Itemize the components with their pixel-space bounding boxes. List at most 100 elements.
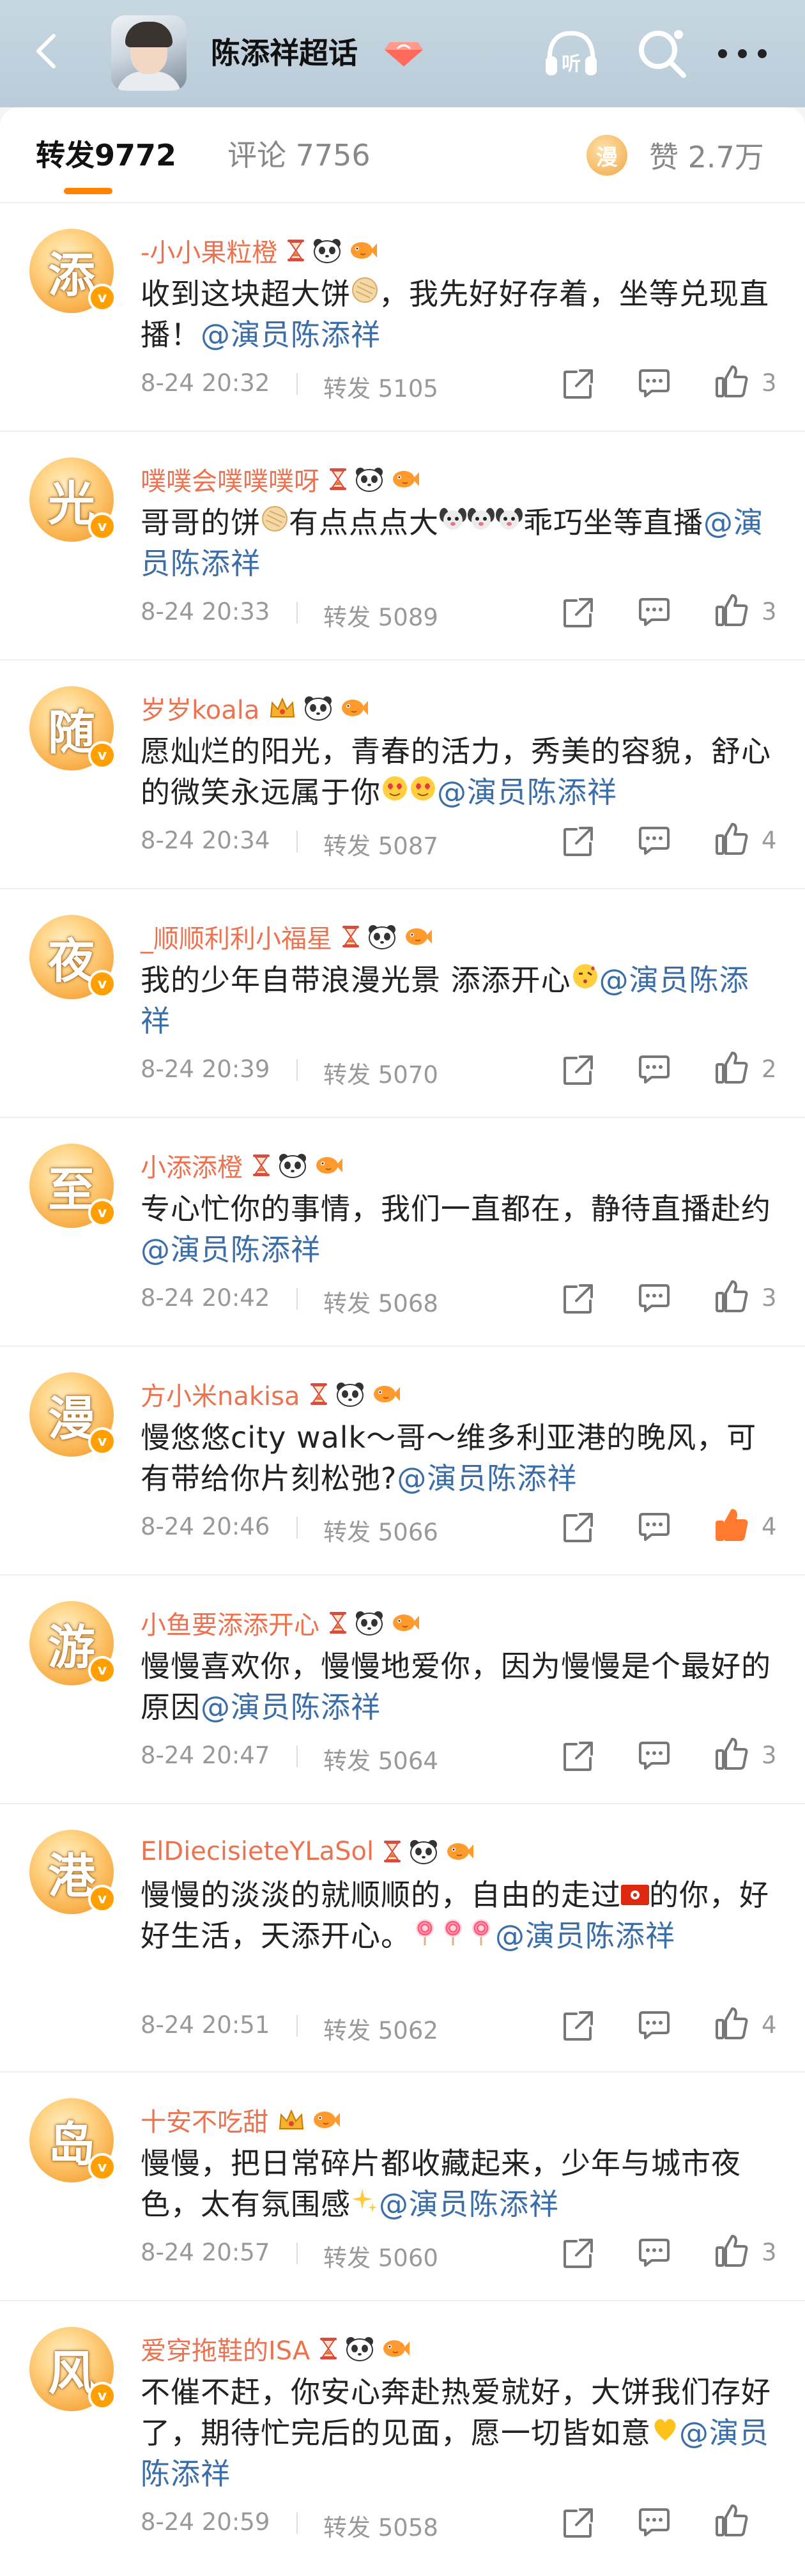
text-segment: 有点点点大 xyxy=(289,505,439,540)
repost-text: 愿灿烂的阳光，青春的活力，秀美的容貌，舒心的微笑永远属于你 @演员陈添祥 xyxy=(141,731,773,813)
repost-item[interactable]: 港 v ElDiecisieteYLaSol 慢慢的淡淡的就顺顺的，自由的走过 的你，好… xyxy=(0,1804,805,2073)
avatar[interactable]: 游v xyxy=(29,1601,116,1685)
lollipop-emoji-icon xyxy=(411,1915,439,1956)
hourglass-icon xyxy=(341,925,360,948)
avatar[interactable]: 随v xyxy=(29,686,116,770)
repost-count: 转发 5066 xyxy=(323,1519,438,1546)
repost-item[interactable]: 光 v 噗噗会噗噗噗呀 哥哥的饼 有点点点大 乖巧坐等直播@演员陈添祥 8-24 20:33… xyxy=(0,432,805,661)
username[interactable]: 岁岁koala xyxy=(141,689,259,726)
verified-badge-icon: v xyxy=(88,741,116,769)
repost-text: 专心忙你的事情，我们一直都在，静待直播赴约 @演员陈添祥 xyxy=(141,1188,773,1270)
repost-panel: 转发9772 评论 7756 漫 赞 2.7万 添 v -小小果粒橙 收到这块超大饼，… xyxy=(0,107,805,2576)
cookie-emoji-icon xyxy=(261,502,289,543)
panda-icon xyxy=(354,466,385,492)
repost-item[interactable]: 随 v 岁岁koala 愿灿烂的阳光，青春的活力，秀美的容貌，舒心的微笑永远属于你 @演… xyxy=(0,661,805,889)
avatar[interactable]: 光v xyxy=(29,457,116,542)
avatar[interactable]: 夜v xyxy=(29,915,116,999)
panda-icon xyxy=(344,2336,375,2361)
avatar[interactable]: 岛v xyxy=(29,2098,116,2182)
tab-repost-count: 9772 xyxy=(95,138,177,172)
username-row: 噗噗会噗噗噗呀 xyxy=(141,460,419,498)
repost-item[interactable]: 漫 v 方小米nakisa 慢悠悠city walk～哥～维多利亚港的晚风，可有带给你… xyxy=(0,1347,805,1575)
username-row: 岁岁koala xyxy=(141,689,369,727)
repost-item[interactable]: 添 v -小小果粒橙 收到这块超大饼 ，我先好好存着，坐等兑现直播！@演员陈添祥 8-24… xyxy=(0,203,805,432)
fish-icon xyxy=(404,926,432,947)
like-count: 3 xyxy=(762,1742,777,1769)
action-bar: 8-24 20:57 转发 5060 3 xyxy=(141,2234,786,2272)
text-segment: 专心忙你的事情，我们一直都在，静待直播赴约 xyxy=(141,1192,771,1226)
hourglass-icon xyxy=(286,239,305,262)
username[interactable]: 小添添橙 xyxy=(141,1147,243,1184)
mention-link[interactable]: @演员陈添祥 xyxy=(437,775,617,809)
fan-medals xyxy=(268,695,369,721)
repost-count: 转发 5058 xyxy=(323,2514,438,2542)
mention-link[interactable]: @演员陈添祥 xyxy=(379,2187,559,2221)
username[interactable]: 十安不吃甜 xyxy=(141,2101,268,2138)
like-count: 3 xyxy=(762,369,777,397)
lollipop-emoji-icon xyxy=(467,1915,495,1956)
top-bar: 陈添祥超话 听 xyxy=(0,0,805,107)
tab-comment[interactable]: 评论 7756 xyxy=(227,133,371,178)
timestamp: 8-24 20:33 xyxy=(141,598,270,625)
username-row: 十安不吃甜 xyxy=(141,2101,340,2139)
repost-count: 转发 5089 xyxy=(323,604,438,631)
username[interactable]: ElDiecisieteYLaSol xyxy=(141,1837,374,1866)
hourglass-icon xyxy=(319,2337,338,2360)
divider xyxy=(296,1517,298,1538)
username[interactable]: 方小米nakisa xyxy=(141,1376,300,1413)
back-arrow-icon[interactable] xyxy=(26,28,66,74)
repost-count: 转发 5087 xyxy=(323,832,438,860)
fan-medals xyxy=(319,2336,410,2361)
heart-face-emoji-icon xyxy=(409,772,437,813)
repost-item[interactable]: 夜 v _顺顺利利小福星 我的少年自带浪漫光景 添添开心 @演员陈添祥 8-24 20:3… xyxy=(0,889,805,1118)
tab-repost[interactable]: 转发9772 xyxy=(36,133,176,178)
repost-item[interactable]: 风 v 爱穿拖鞋的ISA 不催不赶，你安心奔赴热爱就好，大饼我们存好了，期待忙完后的见… xyxy=(0,2301,805,2576)
avatar[interactable]: 风v xyxy=(29,2327,116,2411)
mention-link[interactable]: @演员陈添祥 xyxy=(141,1232,321,1267)
mention-link[interactable]: @演员陈添祥 xyxy=(495,1919,675,1953)
listen-icon[interactable]: 听 xyxy=(540,26,602,80)
username[interactable]: 小鱼要添添开心 xyxy=(141,1604,319,1641)
like-count: 4 xyxy=(762,2011,777,2039)
username[interactable]: 爱穿拖鞋的ISA xyxy=(141,2330,310,2367)
username[interactable]: -小小果粒橙 xyxy=(141,232,277,269)
fish-icon xyxy=(372,1383,400,1405)
avatar[interactable]: 添v xyxy=(29,229,116,313)
avatar[interactable]: 漫v xyxy=(29,1372,116,1457)
username[interactable]: _顺顺利利小福星 xyxy=(141,918,332,955)
divider xyxy=(296,831,298,852)
repost-item[interactable]: 游 v 小鱼要添添开心 慢慢喜欢你，慢慢地爱你，因为慢慢是个最好的原因@演员陈添祥 8-… xyxy=(0,1575,805,1804)
divider xyxy=(296,373,298,395)
page-title[interactable]: 陈添祥超话 xyxy=(211,31,358,75)
repost-item[interactable]: 至 v 小添添橙 专心忙你的事情，我们一直都在，静待直播赴约 @演员陈添祥 8-24 20… xyxy=(0,1118,805,1347)
search-icon[interactable] xyxy=(635,26,689,80)
divider xyxy=(296,2015,298,2037)
action-bar: 8-24 20:39 转发 5070 2 xyxy=(141,1050,786,1089)
fish-icon xyxy=(314,1154,342,1176)
avatar[interactable]: 至v xyxy=(29,1144,116,1228)
username-row: 方小米nakisa xyxy=(141,1375,400,1413)
timestamp: 8-24 20:57 xyxy=(141,2239,270,2266)
action-bar: 8-24 20:59 转发 5058 xyxy=(141,2503,786,2542)
fish-icon xyxy=(391,1612,419,1634)
more-icon[interactable] xyxy=(712,36,773,72)
fan-medals xyxy=(252,1153,342,1178)
verified-badge-icon: v xyxy=(88,1199,116,1227)
avatar[interactable] xyxy=(111,15,187,91)
repost-item[interactable]: 岛 v 十安不吃甜慢慢，把日常碎片都收藏起来，少年与城市夜色，太有氛围感 @演员陈添祥… xyxy=(0,2073,805,2301)
panda-icon xyxy=(277,1153,308,1178)
hk-flag-emoji-icon xyxy=(621,1874,649,1915)
username-row: -小小果粒橙 xyxy=(141,231,378,270)
text-segment: 收到这块超大饼 xyxy=(141,277,351,311)
yellow-heart-emoji-icon xyxy=(651,2412,679,2453)
username-row: _顺顺利利小福星 xyxy=(141,917,432,956)
mention-link[interactable]: @演员陈添祥 xyxy=(397,1461,577,1496)
tab-like[interactable]: 漫 赞 2.7万 xyxy=(586,133,764,178)
repost-text: 慢慢，把日常碎片都收藏起来，少年与城市夜色，太有氛围感 @演员陈添祥 xyxy=(141,2143,773,2225)
mention-link[interactable]: @演员陈添祥 xyxy=(201,1690,381,1724)
repost-count: 转发 5062 xyxy=(323,2017,438,2044)
timestamp: 8-24 20:51 xyxy=(141,2011,270,2039)
username[interactable]: 噗噗会噗噗噗呀 xyxy=(141,461,319,498)
avatar[interactable]: 港v xyxy=(29,1830,116,1914)
mention-link[interactable]: @演员陈添祥 xyxy=(201,318,381,352)
